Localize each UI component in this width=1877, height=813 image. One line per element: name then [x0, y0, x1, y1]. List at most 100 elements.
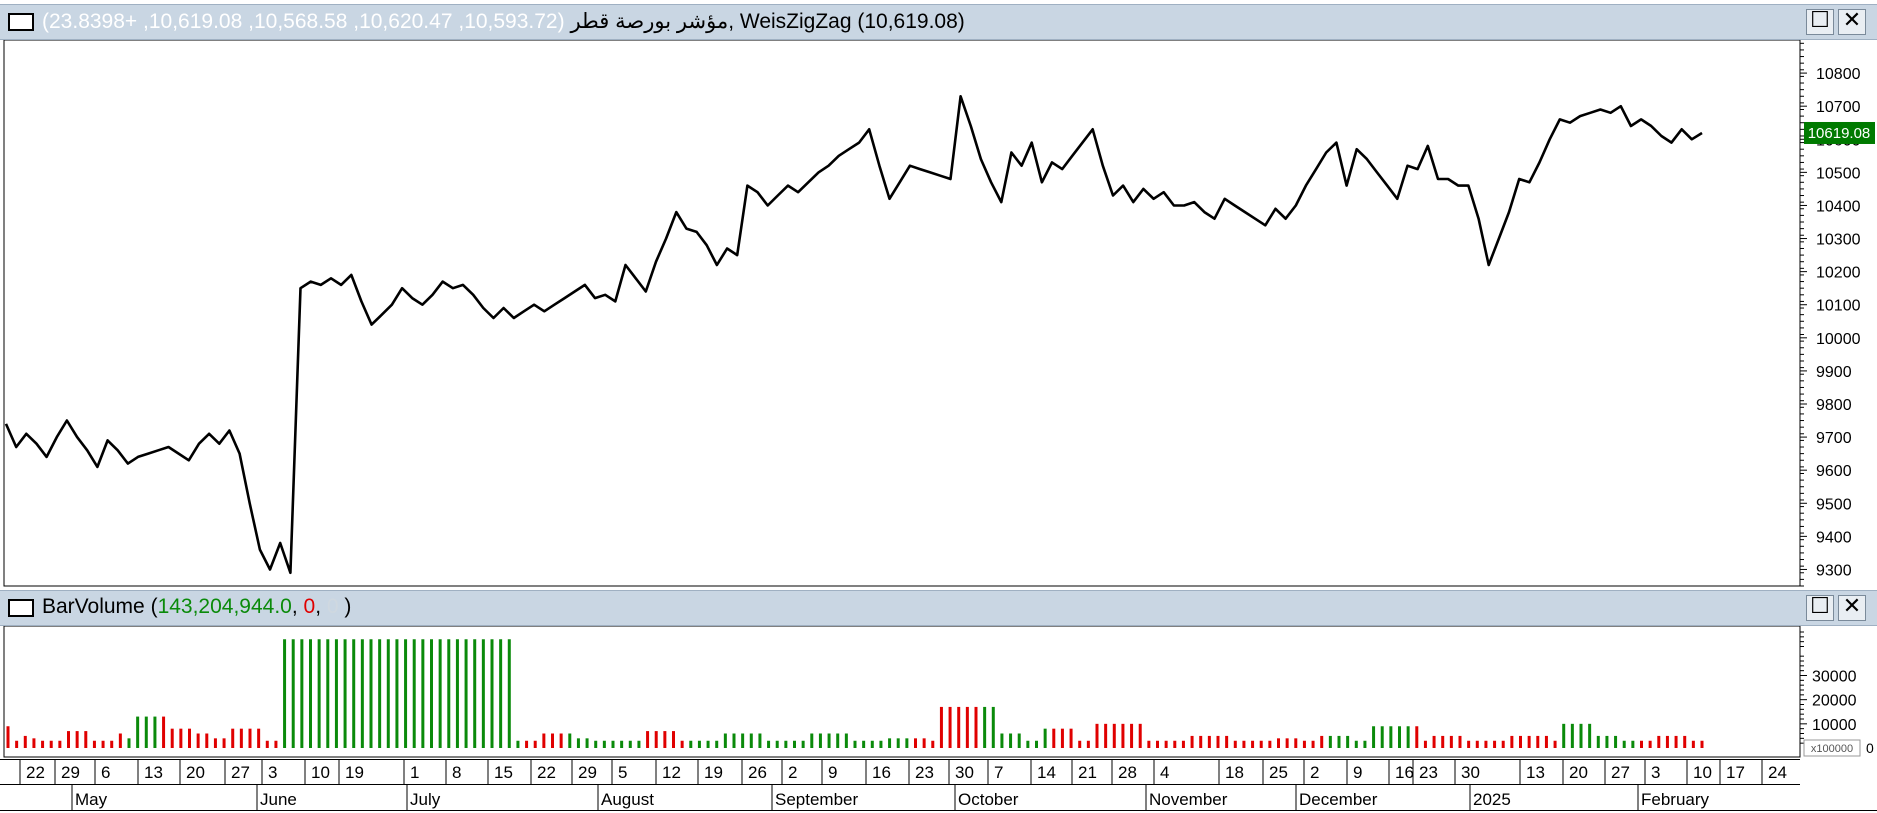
price-tick-label: 9700 [1816, 430, 1852, 447]
day-label: 13 [144, 763, 163, 782]
maximize-button[interactable]: ☐ [1806, 595, 1834, 621]
volume-pane-titlebar: BarVolume (143,204,944.0, 0, 0 ) ☐ ✕ [0, 590, 1877, 626]
day-label: 23 [1419, 763, 1438, 782]
close-button[interactable]: ✕ [1838, 9, 1866, 35]
indicator-label: , WeisZigZag (10,619.08) [728, 10, 965, 33]
day-label: 19 [345, 763, 364, 782]
day-label: 17 [1726, 763, 1745, 782]
day-label: 29 [578, 763, 597, 782]
day-label: 2 [788, 763, 797, 782]
price-pane-title: مؤشر بورصة قطر (10,593.72, 10,620.47, 10… [42, 9, 965, 34]
day-label: 23 [915, 763, 934, 782]
pane-checkbox-icon[interactable] [8, 599, 34, 617]
day-label: 22 [26, 763, 45, 782]
day-label: 29 [61, 763, 80, 782]
price-tick-label: 10800 [1816, 66, 1861, 83]
separator: , [315, 595, 327, 618]
price-chart[interactable]: 9300 9400 9500 9600 9700 9800 9900 10000 10100 10… [0, 40, 1877, 588]
last-value-marker: 10619.08 [1804, 121, 1875, 144]
day-label: 25 [1269, 763, 1288, 782]
day-label: 24 [1768, 763, 1787, 782]
volume-pane-title: BarVolume (143,204,944.0, 0, 0 ) [42, 595, 351, 619]
day-label: 3 [268, 763, 277, 782]
day-label: 6 [101, 763, 110, 782]
price-tick-label: 9600 [1816, 463, 1852, 480]
multiplier-label: x100000 [1811, 743, 1853, 755]
paren-open: ( [144, 595, 158, 618]
month-label: August [601, 790, 654, 809]
day-label: 13 [1526, 763, 1545, 782]
price-tick-label: 10000 [1816, 331, 1861, 348]
month-label: February [1641, 790, 1710, 809]
price-tick-label: 10500 [1816, 165, 1861, 182]
day-label: 7 [994, 763, 1003, 782]
price-tick-label: 9400 [1816, 529, 1852, 546]
pane-checkbox-icon[interactable] [8, 13, 34, 31]
day-label: 15 [494, 763, 513, 782]
date-axis: 22 29 6 13 20 27 3 10 19 1 8 15 22 29 5 12 19 26 2 9 16 23 30 7… [0, 759, 1877, 811]
ohlc-values: (10,593.72, 10,620.47, 10,568.58, 10,619… [42, 10, 565, 33]
day-label: 18 [1225, 763, 1244, 782]
separator: , [291, 595, 304, 618]
price-tick-label: 10100 [1816, 298, 1861, 315]
day-label: 21 [1078, 763, 1097, 782]
month-label: 2025 [1473, 790, 1511, 809]
month-label: September [775, 790, 858, 809]
day-label: 19 [704, 763, 723, 782]
day-label: 12 [662, 763, 681, 782]
price-tick-label: 10700 [1816, 99, 1861, 116]
day-label: 26 [748, 763, 767, 782]
day-label: 3 [1651, 763, 1660, 782]
price-tick-label: 10400 [1816, 198, 1861, 215]
price-tick-label: 9800 [1816, 397, 1852, 414]
maximize-button[interactable]: ☐ [1806, 9, 1834, 35]
instrument-name: مؤشر بورصة قطر [570, 10, 729, 33]
volume-value-3: 0 [326, 595, 339, 618]
day-label: 9 [1353, 763, 1362, 782]
month-label: December [1299, 790, 1378, 809]
day-label: 10 [1693, 763, 1712, 782]
last-value-label: 10619.08 [1808, 125, 1871, 142]
month-label: June [260, 790, 297, 809]
maximize-icon: ☐ [1810, 594, 1830, 619]
volume-value: 143,204,944.0 [157, 595, 292, 618]
day-label: 1 [410, 763, 419, 782]
day-label: 9 [828, 763, 837, 782]
day-label: 14 [1037, 763, 1056, 782]
day-label: 28 [1118, 763, 1137, 782]
price-tick-label: 9500 [1816, 496, 1852, 513]
volume-tick-label: 10000 [1812, 717, 1857, 734]
day-label: 30 [1461, 763, 1480, 782]
month-label: May [75, 790, 108, 809]
day-label: 22 [537, 763, 556, 782]
day-label: 16 [1395, 763, 1414, 782]
month-label: July [410, 790, 441, 809]
zero-label: 0 [1866, 740, 1874, 756]
day-label: 10 [311, 763, 330, 782]
price-tick-label: 10300 [1816, 232, 1861, 249]
price-tick-label: 9300 [1816, 562, 1852, 579]
volume-tick-label: 30000 [1812, 669, 1857, 686]
day-label: 16 [872, 763, 891, 782]
price-tick-label: 10200 [1816, 265, 1861, 282]
close-icon: ✕ [1842, 8, 1862, 33]
volume-axis: 10000 20000 30000 [1800, 631, 1857, 744]
paren-close: ) [338, 595, 352, 618]
close-button[interactable]: ✕ [1838, 595, 1866, 621]
day-label: 27 [231, 763, 250, 782]
day-label: 30 [955, 763, 974, 782]
volume-value-2: 0 [303, 595, 316, 618]
price-pane-titlebar: مؤشر بورصة قطر (10,593.72, 10,620.47, 10… [0, 4, 1877, 40]
day-label: 20 [1569, 763, 1588, 782]
month-label: October [958, 790, 1019, 809]
day-label: 4 [1160, 763, 1169, 782]
volume-tick-label: 20000 [1812, 693, 1857, 710]
price-tick-label: 9900 [1816, 364, 1852, 381]
day-label: 20 [186, 763, 205, 782]
maximize-icon: ☐ [1810, 8, 1830, 33]
month-label: November [1149, 790, 1228, 809]
volume-chart[interactable]: 10000 20000 30000 x100000 0 [0, 626, 1877, 759]
day-label: 2 [1310, 763, 1319, 782]
day-label: 8 [452, 763, 461, 782]
close-icon: ✕ [1842, 594, 1862, 619]
